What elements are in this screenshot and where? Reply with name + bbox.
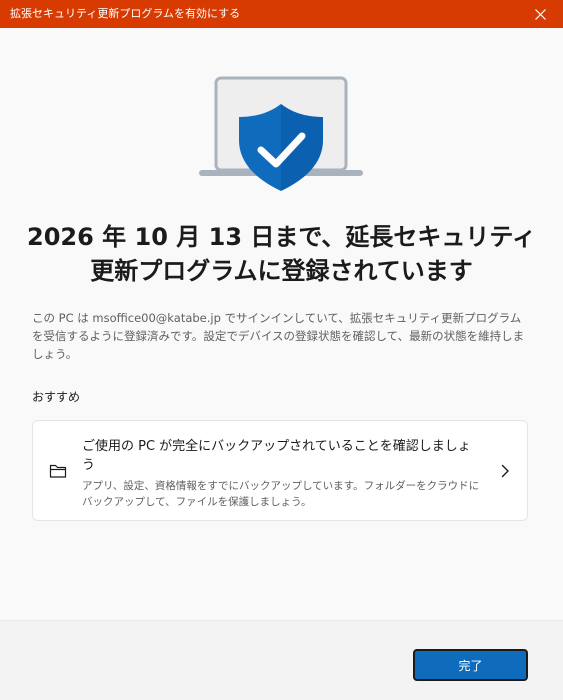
esu-dialog-window: 拡張セキュリティ更新プログラムを有効にする 2026 年 10 月 13 日まで…: [0, 0, 563, 700]
page-title: 2026 年 10 月 13 日まで、延長セキュリティ更新プログラムに登録されて…: [27, 223, 536, 285]
done-button[interactable]: 完了: [413, 649, 528, 681]
close-icon: [534, 8, 546, 20]
close-button[interactable]: [517, 0, 563, 28]
dialog-footer: 完了: [0, 620, 563, 700]
recommendations-heading: おすすめ: [32, 390, 81, 404]
window-title: 拡張セキュリティ更新プログラムを有効にする: [10, 7, 241, 20]
title-bar: 拡張セキュリティ更新プログラムを有効にする: [0, 0, 563, 28]
card-title: ご使用の PC が完全にバックアップされていることを確認しましょう: [82, 439, 471, 473]
laptop-shield-check-icon: [196, 74, 366, 194]
backup-recommendation-card[interactable]: ご使用の PC が完全にバックアップされていることを確認しましょう アプリ、設定…: [32, 420, 528, 521]
chevron-right-icon: [501, 464, 509, 478]
folder-icon: [49, 464, 67, 478]
enrollment-description: この PC は msoffice00@katabe.jp でサインインしていて、…: [32, 311, 525, 361]
card-description: アプリ、設定、資格情報をすでにバックアップしています。フォルダーをクラウドにバッ…: [82, 480, 480, 508]
